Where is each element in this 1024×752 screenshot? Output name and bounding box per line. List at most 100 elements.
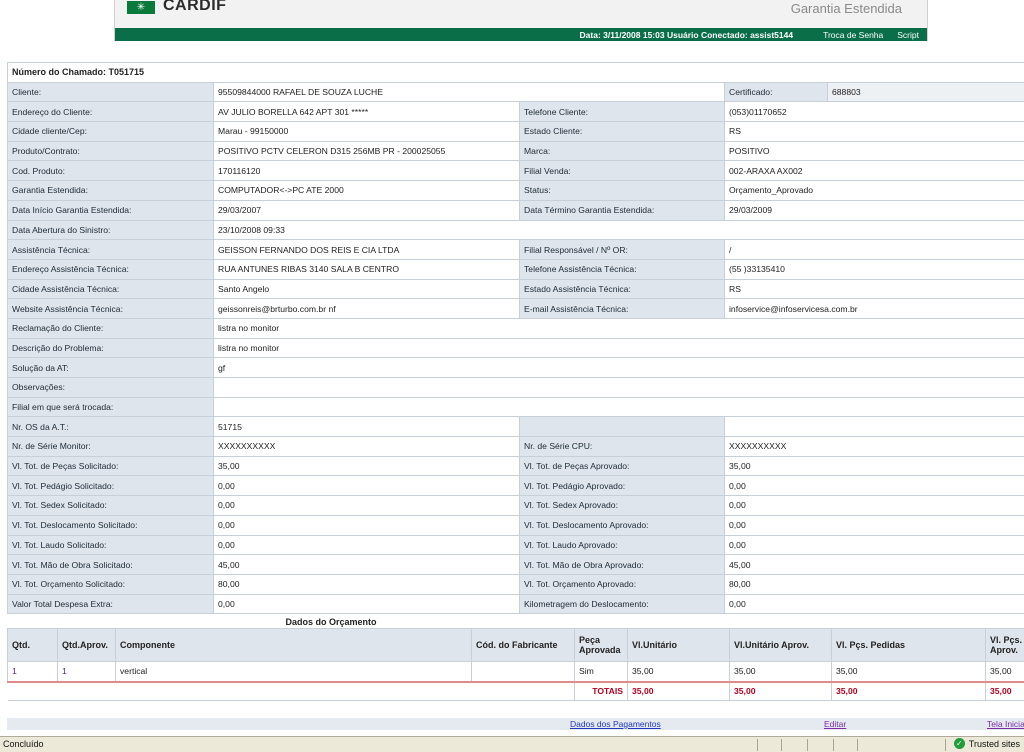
field-value: infoservice@infoservicesa.com.br — [723, 298, 1024, 319]
field-label: Vl. Tot. Laudo Solicitado: — [7, 534, 214, 556]
pcs-aprov-value: 35,00 — [985, 661, 1024, 682]
field-label: Vl. Tot. Mão de Obra Solicitado: — [7, 554, 214, 575]
table-row: Valor Total Despesa Extra: 0,00 Kilometrag… — [7, 593, 1024, 615]
field-label: Nr. OS da A.T.: — [7, 416, 214, 438]
payments-data-link[interactable]: Dados dos Pagamentos — [570, 719, 661, 729]
certificate-value: 688803 — [826, 81, 1024, 103]
col-componente: Componente — [115, 628, 472, 662]
totals-row: TOTAIS 35,00 35,00 35,00 35,00 — [7, 680, 1024, 701]
total-pcs-pedidas: 35,00 — [831, 680, 986, 701]
script-link[interactable]: Script — [897, 30, 919, 40]
field-value: 0,00 — [723, 593, 1024, 615]
status-divider — [781, 739, 782, 751]
totals-spacer — [7, 680, 575, 701]
budget-caption: Dados do Orçamento — [7, 617, 1024, 627]
change-password-link[interactable]: Troca de Senha — [823, 30, 883, 40]
home-screen-link[interactable]: Tela Inicial — [987, 719, 1024, 729]
table-row: Nr. OS da A.T.: 51715 — [7, 416, 1024, 438]
field-value: POSITIVO PCTV CELERON D315 256MB PR - 20… — [213, 140, 520, 162]
field-value: Santo Angelo — [213, 278, 520, 300]
field-label: Website Assistência Técnica: — [7, 298, 214, 319]
field-value — [212, 377, 1024, 398]
field-label: Telefone Assistência Técnica: — [519, 258, 725, 280]
table-row: Número do Chamado: T051715 — [6, 62, 1024, 83]
totals-label: TOTAIS — [574, 680, 628, 701]
field-label: Observações: — [7, 377, 214, 398]
field-value: 35,00 — [213, 455, 520, 477]
table-row: Solução da AT: gf — [7, 357, 1024, 378]
table-row: Assistência Técnica: GEISSON FERNANDO DOS… — [7, 239, 1024, 260]
zone-label: Trusted sites — [968, 738, 1020, 749]
edit-link[interactable]: Editar — [824, 719, 846, 729]
field-value: 0,00 — [723, 475, 1024, 497]
field-label: Kilometragem do Deslocamento: — [519, 593, 725, 615]
field-label: Cidade cliente/Cep: — [7, 121, 214, 142]
field-label: E-mail Assistência Técnica: — [519, 298, 725, 319]
field-value: 23/10/2008 09:33 — [212, 219, 1024, 241]
table-row: Data Início Garantia Estendida: 29/03/200… — [7, 199, 1024, 221]
table-row: Cidade Assistência Técnica: Santo Angelo E… — [7, 278, 1024, 300]
table-row: Descrição do Problema: listra no monitor — [7, 337, 1024, 359]
bnp-logo-icon: ✳ — [127, 0, 155, 14]
field-value: 45,00 — [213, 554, 520, 575]
field-label: Endereço do Cliente: — [7, 101, 214, 123]
qtd-aprov-link[interactable]: 1 — [57, 661, 116, 682]
field-label: Nr. de Série CPU: — [519, 436, 725, 457]
field-value: 0,00 — [213, 514, 520, 536]
table-row: Vl. Tot. Sedex Solicitado: 0,00 Vl. Tot. S… — [7, 495, 1024, 516]
product-title: Garantia Estendida — [790, 1, 902, 16]
field-value: 51715 — [213, 416, 520, 438]
field-label: Telefone Cliente: — [519, 101, 725, 123]
field-value: COMPUTADOR<->PC ATE 2000 — [213, 180, 520, 201]
field-value: geissonreis@brturbo.com.br nf — [213, 298, 520, 319]
security-zone[interactable]: ✓ Trusted sites — [953, 738, 1020, 749]
col-pcs-pedidas: Vl. Pçs. Pedidas — [831, 628, 986, 662]
field-label: Descrição do Problema: — [7, 337, 214, 359]
check-icon: ✓ — [953, 738, 965, 749]
qtd-link[interactable]: 1 — [7, 661, 58, 682]
field-value: 35,00 — [723, 455, 1024, 477]
field-label: Cidade Assistência Técnica: — [7, 278, 214, 300]
field-value: 170116120 — [213, 160, 520, 182]
table-row: Endereço Assistência Técnica: RUA ANTUNES… — [7, 258, 1024, 280]
status-divider — [945, 739, 946, 751]
table-row: Filial em que será trocada: — [7, 396, 1024, 418]
budget-header-row: Qtd. Qtd.Aprov. Componente Cód. do Fabri… — [7, 628, 1024, 662]
field-label: Vl. Tot. Deslocamento Aprovado: — [519, 514, 725, 536]
field-value: 45,00 — [723, 554, 1024, 575]
total-vl-unitario: 35,00 — [627, 680, 730, 701]
field-value: listra no monitor — [212, 317, 1024, 339]
table-row: Reclamação do Cliente: listra no monitor — [7, 317, 1024, 339]
table-row: Cidade cliente/Cep: Marau - 99150000 Estad… — [7, 121, 1024, 142]
field-value: 0,00 — [723, 534, 1024, 556]
field-label: Vl. Tot. Deslocamento Solicitado: — [7, 514, 214, 536]
status-divider — [833, 739, 834, 751]
claim-number: Número do Chamado: T051715 — [6, 62, 1024, 83]
field-label: Vl. Tot. Pedágio Solicitado: — [7, 475, 214, 497]
empty-value — [723, 416, 1024, 438]
field-label: Estado Cliente: — [519, 121, 725, 142]
field-label: Cod. Produto: — [7, 160, 214, 182]
col-qtd-aprov: Qtd.Aprov. — [57, 628, 116, 662]
budget-table: Qtd. Qtd.Aprov. Componente Cód. do Fabri… — [7, 628, 1024, 701]
status-divider — [757, 739, 758, 751]
field-value: 0,00 — [723, 514, 1024, 536]
peca-aprovada-value: Sim — [574, 661, 628, 682]
field-value: POSITIVO — [723, 140, 1024, 162]
field-value: gf — [212, 357, 1024, 378]
field-value: 80,00 — [723, 573, 1024, 595]
field-value — [212, 396, 1024, 418]
field-value: AV JULIO BORELLA 642 APT 301 ***** — [213, 101, 520, 123]
table-row: Vl. Tot. Mão de Obra Solicitado: 45,00 Vl.… — [7, 554, 1024, 575]
field-value: XXXXXXXXXX — [213, 436, 520, 457]
field-label: Vl. Tot. de Peças Aprovado: — [519, 455, 725, 477]
field-label: Filial em que será trocada: — [7, 396, 214, 418]
field-value: / — [723, 239, 1024, 260]
field-value: (55 )33135410 — [723, 258, 1024, 280]
field-value: 29/03/2007 — [213, 199, 520, 221]
table-row: Vl. Tot. Deslocamento Solicitado: 0,00 Vl.… — [7, 514, 1024, 536]
field-label: Data Término Garantia Estendida: — [519, 199, 725, 221]
pcs-pedidas-value: 35,00 — [831, 661, 986, 682]
col-vl-unitario-aprov: Vl.Unitário Aprov. — [729, 628, 832, 662]
claim-details-table: Número do Chamado: T051715 Cliente: 9550… — [6, 62, 1024, 615]
